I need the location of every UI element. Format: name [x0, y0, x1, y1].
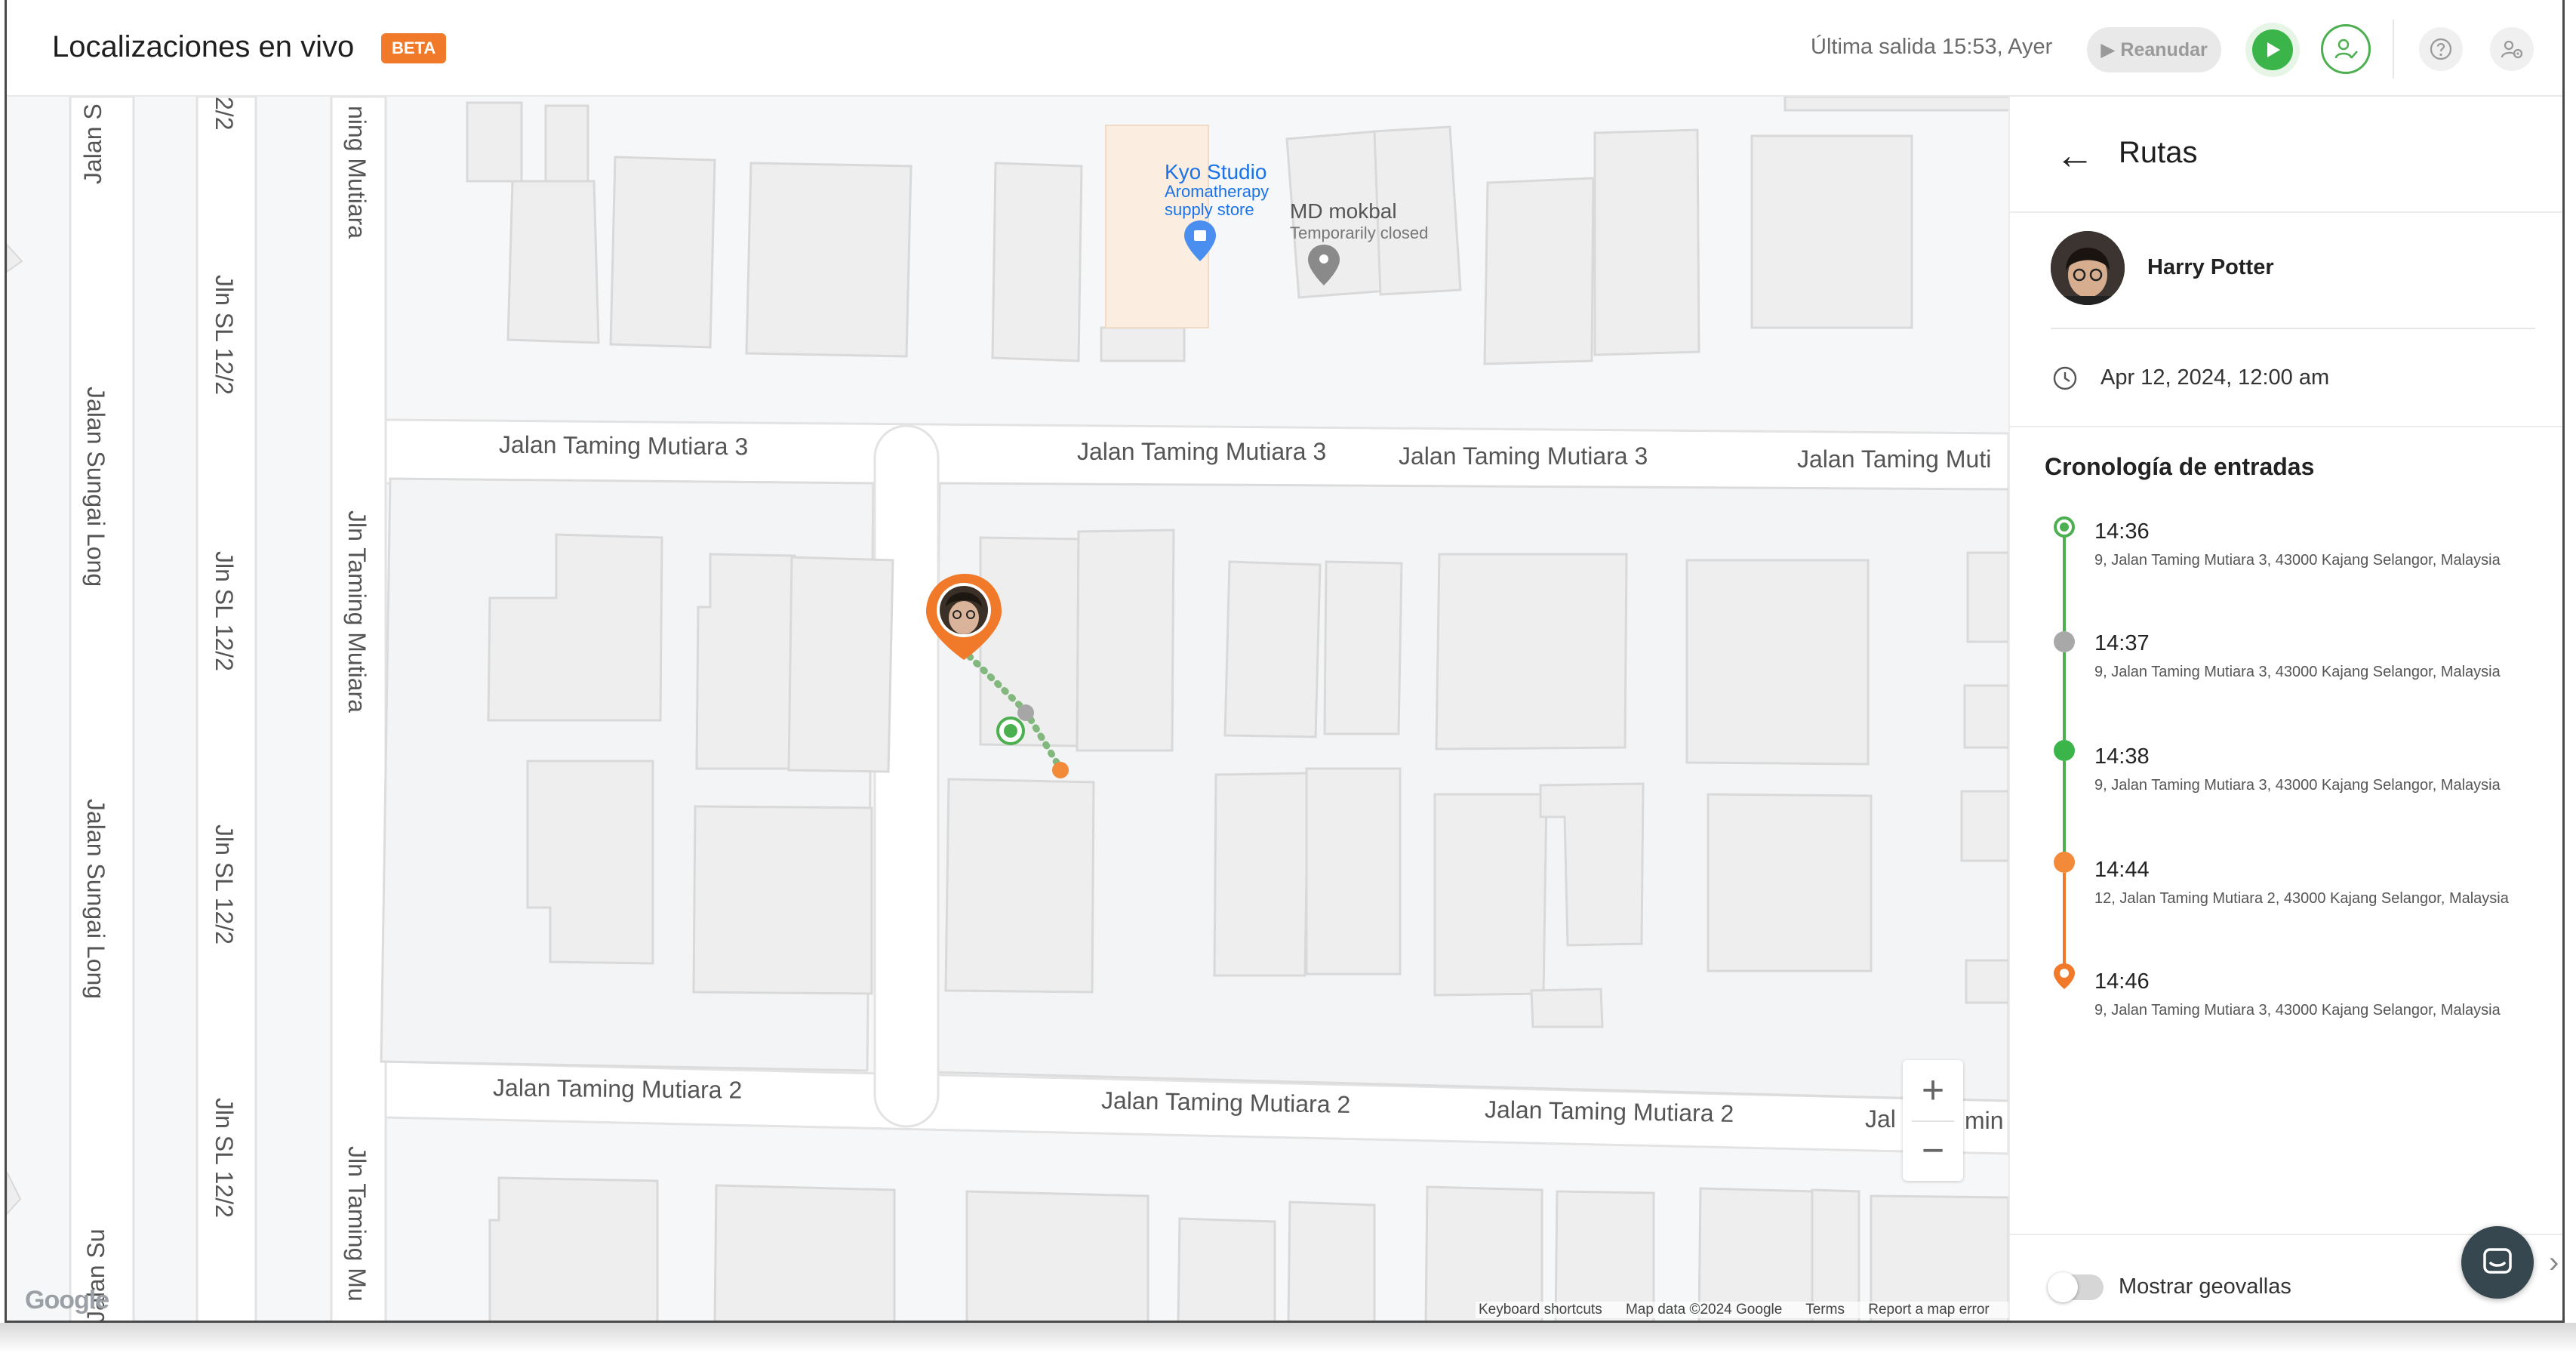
zoom-out-button[interactable]: − [1903, 1120, 1963, 1181]
street-label: Jalan Taming Mutiara 3 [498, 430, 749, 461]
street-label: Jalan Taming Mutiara 3 [1399, 442, 1648, 470]
person-location-button[interactable] [2321, 24, 2371, 74]
top-bar: Localizaciones en vivo BETA Última salid… [7, 0, 2562, 97]
timeline-address: 9, Jalan Taming Mutiara 3, 43000 Kajang … [2094, 552, 2501, 569]
terms-link[interactable]: Terms [1805, 1302, 1845, 1318]
timeline-connector [2063, 761, 2066, 853]
street-label: Jalan Taming Mutiara 2 [1100, 1086, 1351, 1118]
poi-name[interactable]: MD mokbal [1290, 199, 1397, 223]
timeline-start-dot [2054, 516, 2075, 538]
report-error-link[interactable]: Report a map error [1868, 1302, 1990, 1318]
timeline-title: Cronología de entradas [2045, 453, 2315, 480]
street-label: Jln SL 12/2 [211, 275, 238, 395]
page-title: Localizaciones en vivo [52, 30, 355, 63]
map-canvas [7, 97, 2008, 1321]
route-date: Apr 12, 2024, 12:00 am [2101, 365, 2330, 390]
map-view[interactable]: Jalan Taming Mutiara 3 Jalan Taming Muti… [7, 97, 2008, 1321]
poi-category: supply store [1165, 200, 1254, 219]
timeline-address: 9, Jalan Taming Mutiara 3, 43000 Kajang … [2094, 777, 2501, 794]
timeline-idle-dot [2054, 631, 2075, 652]
timeline-connector [2063, 527, 2066, 631]
street-label: Jln SL 12/2 [211, 551, 238, 671]
panel-title: Rutas [2119, 136, 2198, 169]
street-label: ning Mutiara [343, 106, 371, 239]
google-logo: Google [25, 1286, 109, 1314]
chat-button[interactable] [2461, 1226, 2534, 1299]
map-data-text: Map data ©2024 Google [1625, 1302, 1783, 1318]
timeline-address: 9, Jalan Taming Mutiara 3, 43000 Kajang … [2094, 664, 2501, 680]
person-check-icon [2334, 39, 2358, 59]
resume-button[interactable]: ▶ Reanudar [2087, 27, 2221, 72]
timeline-address: 9, Jalan Taming Mutiara 3, 43000 Kajang … [2094, 1002, 2501, 1019]
poi-category: Aromatherapy [1165, 182, 1270, 201]
street-label: Jln Taming Mutiara [343, 510, 371, 713]
timeline-moving-dot [2054, 740, 2075, 761]
settings-button[interactable] [2490, 27, 2534, 71]
chat-icon [2483, 1248, 2512, 1274]
zoom-in-button[interactable]: + [1903, 1060, 1963, 1120]
street-label: Jalan Taming Mutiara 3 [1077, 438, 1327, 465]
route-point-idle[interactable] [1017, 704, 1034, 721]
street-label: Jln Taming Mu [343, 1146, 371, 1302]
timeline-connector [2063, 873, 2066, 969]
back-arrow-icon[interactable]: ← [2055, 133, 2094, 178]
zoom-divider [1912, 1120, 1954, 1122]
timeline-time[interactable]: 14:38 [2094, 744, 2150, 769]
street-label: Jalan Taming Mutiara 2 [1484, 1096, 1734, 1127]
route-point-stop[interactable] [1052, 762, 1069, 778]
chevron-right-icon[interactable]: › [2549, 1246, 2559, 1280]
clock-icon [2053, 366, 2077, 390]
location-pin-icon [2054, 963, 2075, 989]
street-label: Jalan Taming Mutiara 2 [492, 1074, 743, 1104]
map-attribution: Keyboard shortcuts Map data ©2024 Google… [1476, 1302, 2008, 1318]
divider [2010, 426, 2562, 427]
help-icon [2430, 38, 2452, 60]
toggle-knob [2048, 1272, 2078, 1302]
geofence-toggle[interactable] [2048, 1272, 2104, 1302]
last-exit-text: Última salida 15:53, Ayer [1811, 35, 2053, 59]
timeline-time[interactable]: 14:37 [2094, 631, 2150, 656]
play-icon [2252, 29, 2293, 70]
keyboard-shortcuts-link[interactable]: Keyboard shortcuts [1479, 1302, 1602, 1318]
zoom-control: + − [1903, 1060, 1963, 1181]
timeline-address: 12, Jalan Taming Mutiara 2, 43000 Kajang… [2094, 890, 2509, 907]
page-shadow [0, 1323, 2576, 1353]
help-button[interactable] [2419, 27, 2463, 71]
poi-status: Temporarily closed [1290, 223, 1429, 242]
header-divider [2393, 20, 2394, 79]
app-window: Localizaciones en vivo BETA Última salid… [5, 0, 2565, 1323]
timeline-connector [2063, 652, 2066, 740]
street-label: Jalan Sungai Long [82, 387, 109, 587]
divider [2051, 328, 2535, 329]
routes-panel: ← Rutas Harry Potter Apr 12, 2024, 12:00… [2008, 97, 2562, 1321]
geofence-label: Mostrar geovallas [2119, 1274, 2291, 1299]
timeline-time[interactable]: 14:36 [2094, 519, 2150, 544]
beta-badge: BETA [381, 33, 447, 63]
street-label: Jalan S [79, 103, 106, 184]
avatar [2051, 231, 2125, 305]
street-label: 2/2 [211, 97, 238, 131]
timeline-time[interactable]: 14:46 [2094, 969, 2150, 994]
street-label: Jal [1865, 1105, 1896, 1133]
street-label: Jln SL 12/2 [211, 824, 238, 945]
street-label: Jalan Sungai Long [82, 799, 109, 1000]
street-label: min [1965, 1107, 2004, 1134]
poi-name[interactable]: Kyo Studio [1165, 160, 1266, 184]
divider [2010, 211, 2562, 213]
timeline-stop-dot [2054, 852, 2075, 873]
timeline-time[interactable]: 14:44 [2094, 858, 2150, 883]
person-settings-icon [2501, 40, 2523, 59]
street-label: Jln SL 12/2 [211, 1098, 238, 1218]
play-button[interactable] [2245, 23, 2300, 77]
street-label: Jalan Taming Muti [1797, 445, 1992, 473]
person-name: Harry Potter [2147, 255, 2274, 279]
